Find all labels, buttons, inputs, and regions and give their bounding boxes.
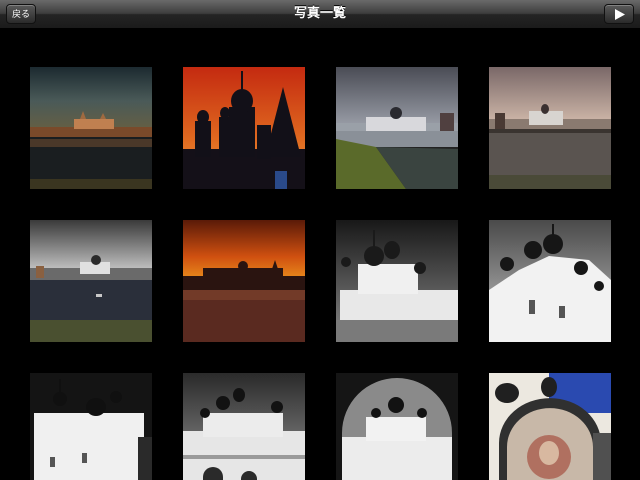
- photo-image: [183, 373, 305, 480]
- photo-thumbnail-5[interactable]: [30, 220, 152, 342]
- photo-thumbnail-8[interactable]: [489, 220, 611, 342]
- slideshow-button[interactable]: [604, 4, 634, 24]
- back-button[interactable]: 戻る: [6, 4, 36, 24]
- photo-thumbnail-11[interactable]: [336, 373, 458, 480]
- photo-thumbnail-2[interactable]: [183, 67, 305, 189]
- photo-thumbnail-10[interactable]: [183, 373, 305, 480]
- photo-image: [30, 220, 152, 342]
- photo-thumbnail-12[interactable]: [489, 373, 611, 480]
- photo-image: [336, 67, 458, 189]
- photo-image: [336, 220, 458, 342]
- photo-image: [489, 67, 611, 189]
- photo-thumbnail-7[interactable]: [336, 220, 458, 342]
- photo-thumbnail-3[interactable]: [336, 67, 458, 189]
- photo-image: [30, 67, 152, 189]
- photo-thumbnail-1[interactable]: [30, 67, 152, 189]
- photo-thumbnail-9[interactable]: [30, 373, 152, 480]
- play-icon: [615, 9, 625, 20]
- navigation-bar: 戻る 写真一覧: [0, 0, 640, 29]
- page-title: 写真一覧: [293, 6, 346, 21]
- photo-image: [30, 373, 152, 480]
- photo-list-screen: 戻る 写真一覧: [0, 0, 640, 480]
- photo-image: [489, 373, 611, 480]
- photo-image: [489, 220, 611, 342]
- photo-image: [183, 67, 305, 189]
- photo-thumbnail-6[interactable]: [183, 220, 305, 342]
- photo-image: [336, 373, 458, 480]
- photo-thumbnail-4[interactable]: [489, 67, 611, 189]
- photo-grid: [0, 29, 640, 480]
- photo-image: [183, 220, 305, 342]
